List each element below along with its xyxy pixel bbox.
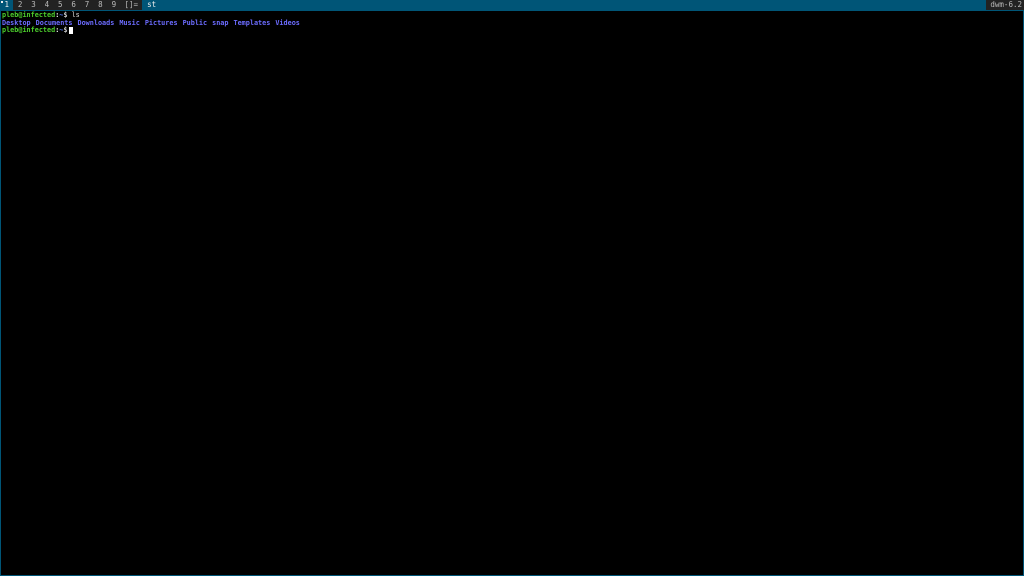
tag-8[interactable]: 8 xyxy=(93,0,108,10)
dir-entry: Pictures xyxy=(144,18,178,27)
tag-6[interactable]: 6 xyxy=(66,0,81,10)
layout-symbol[interactable]: []= xyxy=(120,0,143,10)
dir-entry: Videos xyxy=(275,18,300,27)
command-text: ls xyxy=(71,11,80,19)
dwm-status-bar: 1 2 3 4 5 6 7 8 9 []= st dwm-6.2 xyxy=(0,0,1024,10)
tag-3[interactable]: 3 xyxy=(26,0,41,10)
prompt-dollar: $ xyxy=(63,11,68,19)
tag-4[interactable]: 4 xyxy=(40,0,54,10)
dir-entry: Downloads xyxy=(77,18,115,27)
prompt-dollar: $ xyxy=(63,26,68,34)
tag-9[interactable]: 9 xyxy=(107,0,121,10)
terminal-line-output: Desktop Documents Downloads Music Pictures Pu… xyxy=(2,18,1023,28)
dir-entry: snap xyxy=(212,18,229,27)
tag-list: 1 2 3 4 5 6 7 8 9 xyxy=(0,0,121,10)
tag-2[interactable]: 2 xyxy=(13,0,27,10)
text-cursor xyxy=(69,27,74,34)
tag-5[interactable]: 5 xyxy=(53,0,67,10)
prompt-user-host: pleb@infected xyxy=(2,11,56,19)
terminal-line-prompt: pleb@infected:~$ xyxy=(2,26,1023,35)
prompt-user-host: pleb@infected xyxy=(2,26,56,34)
dir-entry: Templates xyxy=(233,18,271,27)
dir-entry: Music xyxy=(119,18,140,27)
tag-7[interactable]: 7 xyxy=(80,0,94,10)
status-text: dwm-6.2 xyxy=(986,0,1024,10)
tag-1[interactable]: 1 xyxy=(0,0,14,10)
terminal-window[interactable]: pleb@infected:~$ ls Desktop Documents Down… xyxy=(0,10,1024,576)
window-title[interactable]: st xyxy=(142,0,987,10)
dir-entry: Public xyxy=(182,18,208,27)
